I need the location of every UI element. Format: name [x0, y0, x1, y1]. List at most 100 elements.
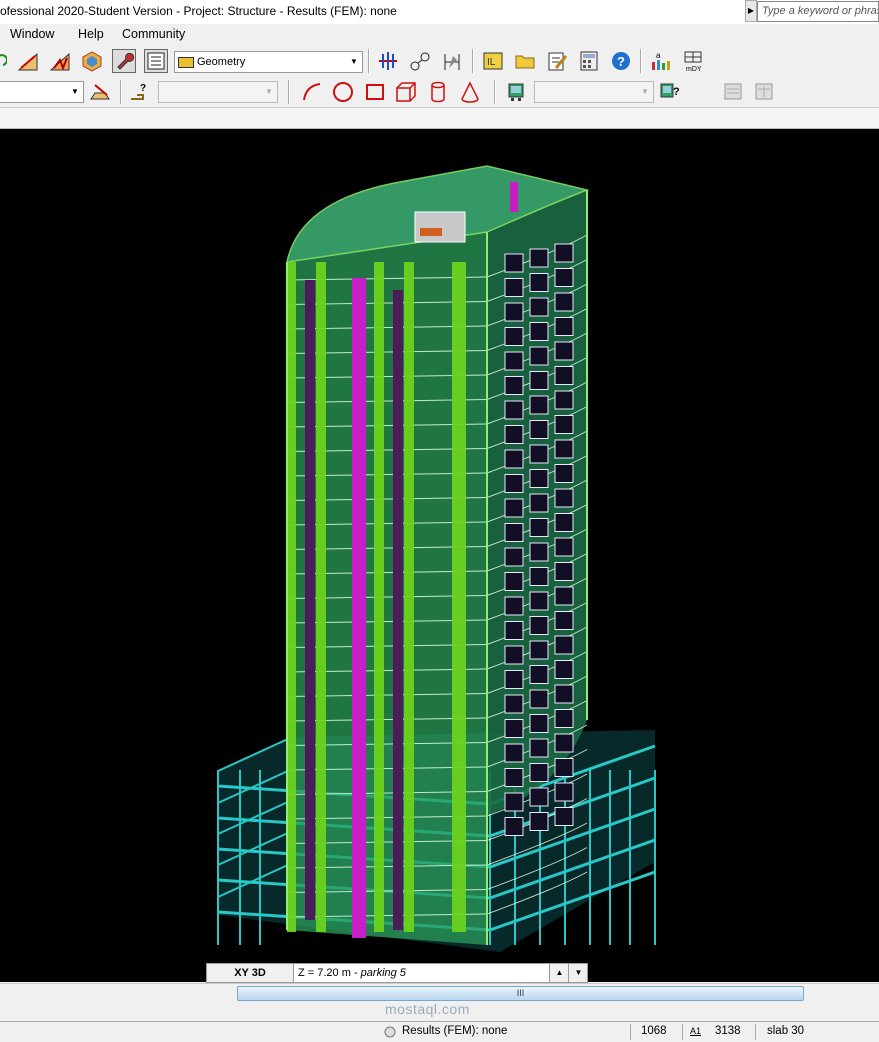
window-opening: [504, 253, 524, 273]
window-opening: [554, 733, 574, 753]
menu-window[interactable]: Window: [10, 27, 54, 41]
window-opening: [529, 567, 549, 586]
svg-text:IL: IL: [487, 57, 496, 68]
window-opening: [504, 768, 524, 787]
box-icon[interactable]: [394, 80, 418, 104]
window-opening: [529, 518, 549, 537]
node-labels-icon[interactable]: [408, 49, 432, 73]
frame-icon[interactable]: [48, 49, 72, 73]
level-elevation: Z = 7.20 m -: [298, 967, 361, 979]
window-opening: [504, 694, 524, 714]
chevron-down-icon: ▼: [641, 87, 649, 96]
status-slab: slab 30: [767, 1025, 805, 1037]
arc-icon[interactable]: [300, 80, 324, 104]
window-opening: [529, 616, 549, 635]
window-opening: [504, 547, 524, 567]
window-opening: [504, 351, 524, 371]
window-opening: [554, 317, 574, 336]
secondary-toolbar: ▼ ? ▼ ▼ ?: [0, 77, 879, 108]
circle-icon[interactable]: [331, 80, 355, 104]
truss-icon[interactable]: [80, 49, 104, 73]
dimension-icon[interactable]: [440, 49, 464, 73]
calculator-icon[interactable]: [577, 49, 601, 73]
window-opening: [554, 390, 574, 410]
wrench-icon[interactable]: [112, 49, 136, 73]
selection-combo[interactable]: ▼: [0, 81, 84, 103]
disabled-screen-icon: [721, 80, 745, 104]
roof-equipment: [414, 211, 466, 243]
table-view-icon[interactable]: [144, 49, 168, 73]
window-opening: [504, 498, 524, 518]
toolbar-separator: [120, 80, 122, 104]
window-opening: [529, 714, 549, 733]
window-opening: [554, 268, 574, 287]
level-up-icon[interactable]: ▲: [549, 964, 569, 982]
model-viewport[interactable]: [0, 129, 879, 982]
status-value-2: 3138: [715, 1025, 741, 1037]
level-name: parking 5: [360, 967, 406, 979]
query-icon[interactable]: ?: [128, 80, 152, 104]
cylinder-icon[interactable]: [426, 80, 450, 104]
window-opening: [554, 709, 574, 728]
query-combo: ▼: [158, 81, 278, 103]
help-search-input[interactable]: Type a keyword or phrase: [757, 1, 879, 22]
window-opening: [554, 586, 574, 606]
chevron-down-icon: ▼: [265, 87, 273, 96]
core-wall: [510, 182, 518, 212]
window-opening: [554, 488, 574, 508]
node-numbering-icon[interactable]: [376, 49, 400, 73]
scroll-thumb[interactable]: III: [237, 986, 804, 1001]
core-wall: [393, 290, 403, 930]
result-bars-icon[interactable]: a: [648, 49, 672, 73]
display-icon[interactable]: [504, 80, 528, 104]
window-opening: [529, 248, 549, 268]
window-opening: [529, 542, 549, 562]
window-opening: [504, 449, 524, 469]
slab-support-icon[interactable]: [88, 80, 112, 104]
result-grid-icon[interactable]: mDY: [681, 49, 705, 73]
view-name[interactable]: XY 3D: [207, 964, 294, 982]
svg-text:?: ?: [617, 54, 625, 69]
edit-notes-icon[interactable]: [545, 49, 569, 73]
svg-text:?: ?: [673, 86, 680, 98]
display-help-icon[interactable]: ?: [658, 80, 682, 104]
help-arrow-button[interactable]: ▶: [745, 0, 757, 22]
open-folder-icon[interactable]: [513, 49, 537, 73]
tag-icon[interactable]: IL: [481, 49, 505, 73]
window-opening: [504, 425, 524, 444]
window-opening: [529, 395, 549, 415]
menu-help[interactable]: Help: [78, 27, 104, 41]
window-opening: [504, 743, 524, 763]
tower-column: [404, 262, 414, 932]
level-down-icon[interactable]: ▼: [568, 964, 588, 982]
menu-bar: Window Help Community: [0, 24, 879, 45]
status-separator: [630, 1024, 631, 1040]
menu-community[interactable]: Community: [122, 27, 185, 41]
svg-text:mDY: mDY: [686, 66, 702, 72]
undo-icon[interactable]: [0, 47, 8, 71]
window-opening: [554, 366, 574, 385]
level-selector[interactable]: Z = 7.20 m - parking 5: [294, 964, 549, 982]
window-opening: [504, 596, 524, 616]
window-opening: [554, 635, 574, 655]
layout-combo[interactable]: Geometry ▼: [174, 51, 363, 73]
status-value-1: 1068: [641, 1025, 667, 1037]
rectangle-icon[interactable]: [363, 80, 387, 104]
window-opening: [529, 469, 549, 488]
window-opening: [504, 400, 524, 420]
window-opening: [529, 763, 549, 782]
chevron-down-icon: ▼: [71, 87, 79, 96]
window-opening: [529, 689, 549, 709]
section-icon[interactable]: [16, 49, 40, 73]
window-opening: [529, 812, 549, 831]
window-opening: [529, 640, 549, 660]
window-opening: [504, 817, 524, 836]
window-opening: [554, 782, 574, 802]
window-title: ofessional 2020-Student Version - Projec…: [0, 4, 397, 18]
help-icon[interactable]: ?: [609, 49, 633, 73]
section-a1-icon: A1: [690, 1026, 702, 1036]
window-opening: [554, 807, 574, 826]
view-level-bar: XY 3D Z = 7.20 m - parking 5 ▲ ▼: [206, 963, 588, 983]
window-opening: [504, 670, 524, 689]
cone-icon[interactable]: [458, 80, 482, 104]
